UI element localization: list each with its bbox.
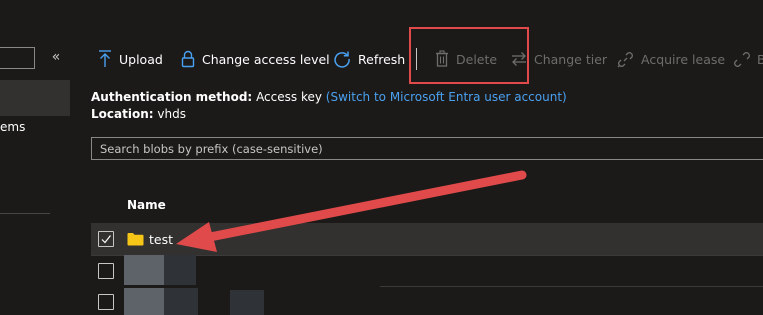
- annotation-arrow: [176, 170, 527, 252]
